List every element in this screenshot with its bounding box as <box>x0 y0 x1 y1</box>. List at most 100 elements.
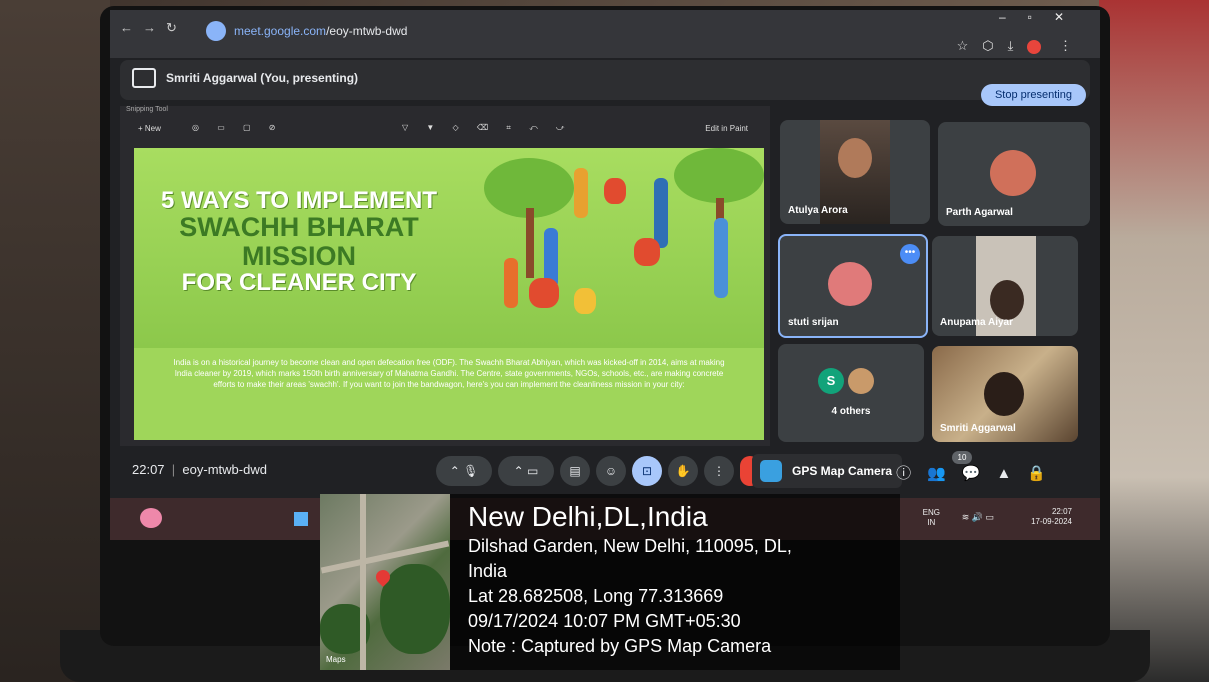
gps-address-line-1: Dilshad Garden, New Delhi, 110095, DL, <box>468 536 792 556</box>
present-button[interactable]: ⊡ <box>632 456 662 486</box>
menu-kebab-icon[interactable]: ⋮ <box>1059 38 1086 53</box>
participant-avatar <box>990 150 1036 196</box>
shared-snipping-tool: Snipping Tool + New ◎ ▭ ▢ ⊘ ▽ ▼ ◇ ⌫ ⌗ ⤺ … <box>120 106 770 446</box>
new-snip-button[interactable]: + New <box>138 124 161 133</box>
participant-name: Anupama Aiyar <box>940 317 1013 328</box>
browser-nav: ←→↻ <box>120 20 187 36</box>
snipping-toolbar: + New ◎ ▭ ▢ ⊘ ▽ ▼ ◇ ⌫ ⌗ ⤺ ⤻ Edit in Pain… <box>132 120 760 142</box>
participant-grid: Atulya Arora Parth Agarwal ••• stuti sri… <box>778 118 1096 448</box>
volunteer-figure <box>574 168 588 218</box>
participant-tile[interactable]: Parth Agarwal <box>938 122 1090 226</box>
garbage-bag <box>529 278 559 308</box>
stop-presenting-button[interactable]: Stop presenting <box>980 84 1086 106</box>
captions-icon: ▤ <box>569 464 581 478</box>
gps-datetime: 09/17/2024 10:07 PM GMT+05:30 <box>468 611 741 631</box>
participant-name: stuti srijan <box>788 317 839 328</box>
present-screen-icon <box>132 68 156 88</box>
participant-avatar <box>848 368 874 394</box>
snipping-tool-title: Snipping Tool <box>126 106 168 113</box>
gps-city: New Delhi,DL,India <box>468 501 708 532</box>
volunteer-figure <box>504 258 518 308</box>
address-bar[interactable]: meet.google.com/eoy-mtwb-dwd <box>206 18 407 44</box>
background-left <box>0 0 110 682</box>
meeting-time: 22:07 <box>132 462 165 477</box>
meeting-code: eoy-mtwb-dwd <box>182 462 267 477</box>
emoji-icon: ☺ <box>604 464 618 478</box>
gps-address-line-2: India <box>468 561 508 581</box>
download-icon[interactable]: ⤓ <box>1008 38 1028 53</box>
close-icon[interactable]: ✕ <box>1054 10 1086 24</box>
people-count-badge: 10 <box>952 451 972 464</box>
participant-face <box>990 280 1024 320</box>
meet-control-bar: 22:07 | eoy-mtwb-dwd ⌃ 🎙 ⌃ ▭ ▤ ☺ ⊡ ✋ ⋮ G… <box>110 450 1100 494</box>
info-icon[interactable]: ⓘ <box>896 465 927 482</box>
participant-avatar <box>828 262 872 306</box>
meeting-info: 22:07 | eoy-mtwb-dwd <box>132 462 267 477</box>
participant-tile[interactable]: Anupama Aiyar <box>932 236 1078 336</box>
chat-icon[interactable]: 💬 <box>962 465 997 482</box>
present-icon: ⊡ <box>641 464 653 478</box>
forward-icon[interactable]: → <box>143 20 166 35</box>
camera-icon: ▭ <box>527 464 539 478</box>
tree-graphic <box>674 148 764 203</box>
bookmark-star-icon[interactable]: ☆ <box>957 38 983 53</box>
markup-tools-icons[interactable]: ▽ ▼ ◇ ⌫ ⌗ ⤺ ⤻ <box>402 123 572 133</box>
microphone-icon: 🎙 <box>463 464 479 478</box>
site-info-icon[interactable] <box>206 21 226 41</box>
gps-text-block: New Delhi,DL,India Dilshad Garden, New D… <box>468 500 792 659</box>
taskbar-clock[interactable]: 22:07 17-09-2024 <box>1031 507 1072 528</box>
participant-tile[interactable]: Smriti Aggarwal <box>932 346 1078 442</box>
gps-camera-app-icon <box>760 460 782 482</box>
extensions-icon[interactable]: ⬡ <box>982 38 1007 53</box>
reload-icon[interactable]: ↻ <box>166 20 187 35</box>
garbage-bag <box>604 178 626 204</box>
weather-icon[interactable] <box>140 508 162 528</box>
participant-face <box>984 372 1024 416</box>
snip-mode-icons[interactable]: ◎ ▭ ▢ ⊘ <box>192 123 283 132</box>
gps-note: Note : Captured by GPS Map Camera <box>468 636 772 656</box>
tray-icons[interactable]: ≋ 🔊 ▭ <box>962 512 994 523</box>
meet-side-icons: ⓘ👥💬▲🔒 <box>896 462 1062 483</box>
camera-button[interactable]: ⌃ ▭ <box>498 456 554 486</box>
background-right <box>1099 0 1209 682</box>
gps-stamp-overlay: Maps New Delhi,DL,India Dilshad Garden, … <box>320 494 900 670</box>
emoji-button[interactable]: ☺ <box>596 456 626 486</box>
slide-title-line-3: FOR CLEANER CITY <box>181 268 417 296</box>
language-indicator[interactable]: ENG IN <box>923 508 940 527</box>
maps-label: Maps <box>326 655 346 664</box>
map-park-area <box>380 564 450 654</box>
participant-name: Atulya Arora <box>788 205 848 216</box>
participant-tile-active[interactable]: ••• stuti srijan <box>778 234 928 338</box>
browser-toolbar-icons: ☆⬡⤓ ⋮ <box>957 38 1086 54</box>
minimize-icon[interactable]: – <box>999 10 1028 24</box>
activities-icon[interactable]: ▲ <box>996 465 1027 482</box>
presenting-bar: Smriti Aggarwal (You, presenting) <box>120 60 1090 100</box>
url-text[interactable]: meet.google.com/eoy-mtwb-dwd <box>234 24 407 38</box>
window-controls: –▫✕ <box>999 10 1086 24</box>
windows-start-icon[interactable] <box>294 512 308 526</box>
battery-icon: ▭ <box>985 512 994 522</box>
volume-icon: 🔊 <box>971 512 983 522</box>
volunteer-figure <box>714 218 728 298</box>
captions-button[interactable]: ▤ <box>560 456 590 486</box>
more-options-icon[interactable]: ••• <box>900 244 920 264</box>
participant-name: Parth Agarwal <box>946 207 1013 218</box>
edit-in-paint-button[interactable]: Edit in Paint <box>705 124 748 133</box>
people-icon[interactable]: 👥 <box>927 465 962 482</box>
gps-map-thumbnail: Maps <box>320 494 450 670</box>
participant-face <box>838 138 872 178</box>
microphone-button[interactable]: ⌃ 🎙 <box>436 456 492 486</box>
back-icon[interactable]: ← <box>120 20 143 35</box>
participant-name: 4 others <box>831 406 871 417</box>
participant-tile[interactable]: Atulya Arora <box>780 120 930 224</box>
more-options-button[interactable]: ⋮ <box>704 456 734 486</box>
slide-description: India is on a historical journey to beco… <box>173 358 725 389</box>
gps-camera-label: GPS Map Camera <box>752 454 903 488</box>
participant-tile-others[interactable]: S 4 others <box>778 344 924 442</box>
restore-icon[interactable]: ▫ <box>1028 10 1054 24</box>
hand-icon: ✋ <box>675 464 691 478</box>
host-controls-icon[interactable]: 🔒 <box>1027 465 1062 482</box>
laptop-screen: ←→↻ meet.google.com/eoy-mtwb-dwd –▫✕ ☆⬡⤓… <box>110 10 1100 540</box>
profile-avatar[interactable] <box>1027 39 1042 54</box>
raise-hand-button[interactable]: ✋ <box>668 456 698 486</box>
